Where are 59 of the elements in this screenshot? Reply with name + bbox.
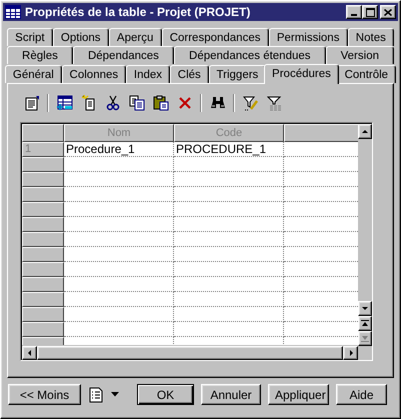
tab[interactable]: Options <box>52 28 109 46</box>
table-cell: Procedure_1 <box>64 142 174 157</box>
arrow-to-bottom-icon <box>361 334 369 342</box>
delete-icon[interactable] <box>176 95 192 111</box>
less-button[interactable]: << Moins <box>8 384 81 405</box>
tab[interactable]: Index <box>126 65 170 83</box>
close-icon <box>384 8 392 16</box>
tab[interactable]: Règles <box>7 46 73 64</box>
dialog-button[interactable]: Appliquer <box>268 384 329 405</box>
vertical-scrollbar[interactable] <box>358 124 372 346</box>
maximize-button[interactable] <box>362 5 378 19</box>
scroll-right-button[interactable] <box>343 346 358 360</box>
caret-icon[interactable] <box>111 392 119 397</box>
tab[interactable]: Dépendances étendues <box>174 46 326 64</box>
tab[interactable]: Script <box>7 28 53 46</box>
paste-icon[interactable] <box>152 95 168 111</box>
table-cell: PROCEDURE_1 <box>174 142 284 157</box>
filter-edit-icon[interactable] <box>242 95 258 111</box>
scroll-up-button[interactable] <box>358 124 372 139</box>
dialog-button[interactable]: OK <box>137 384 194 405</box>
dialog-button[interactable]: Annuler <box>201 384 261 405</box>
tab[interactable]: Notes <box>348 28 394 46</box>
column-header: Nom <box>64 124 174 142</box>
tab[interactable]: Procédures <box>264 64 339 84</box>
tab[interactable]: Permissions <box>268 28 348 46</box>
scroll-to-top-button[interactable] <box>358 316 372 331</box>
copy-icon[interactable] <box>128 95 144 111</box>
tab[interactable]: Clés <box>170 65 209 83</box>
cut-icon[interactable] <box>104 95 120 111</box>
scroll-down-button[interactable] <box>358 301 372 316</box>
table-icon <box>5 5 21 19</box>
arrow-down-icon <box>361 304 369 312</box>
column-header: Code <box>174 124 284 142</box>
tab[interactable]: Aperçu <box>108 28 162 46</box>
header-corner <box>22 124 64 142</box>
window-title: Propriétés de la table - Projet (PROJET) <box>25 5 252 19</box>
minimize-button[interactable] <box>346 5 362 19</box>
tab[interactable]: Contrôle <box>336 65 396 83</box>
close-button[interactable] <box>380 5 396 19</box>
filter-clear-icon[interactable] <box>266 95 282 111</box>
add-rows-icon[interactable] <box>56 95 72 111</box>
list-icon[interactable] <box>88 386 104 402</box>
maximize-icon <box>366 8 374 16</box>
dialog-button[interactable]: Aide <box>336 384 387 405</box>
arrow-to-top-icon <box>361 320 369 328</box>
properties-icon[interactable] <box>24 95 40 111</box>
tab[interactable]: Version <box>326 46 394 64</box>
scroll-left-button[interactable] <box>22 346 37 360</box>
tab[interactable]: Triggers <box>208 65 266 83</box>
new-item-icon[interactable] <box>80 95 96 111</box>
tab[interactable]: Général <box>5 65 62 83</box>
tab[interactable]: Colonnes <box>62 65 126 83</box>
arrow-up-icon <box>361 128 369 136</box>
scroll-to-bottom-button[interactable] <box>358 331 372 346</box>
arrow-left-icon <box>26 349 34 357</box>
binoculars-icon[interactable] <box>210 95 226 111</box>
tab[interactable]: Correspondances <box>162 28 269 46</box>
tab[interactable]: Dépendances <box>72 46 174 64</box>
row-header: 1 <box>22 142 64 157</box>
